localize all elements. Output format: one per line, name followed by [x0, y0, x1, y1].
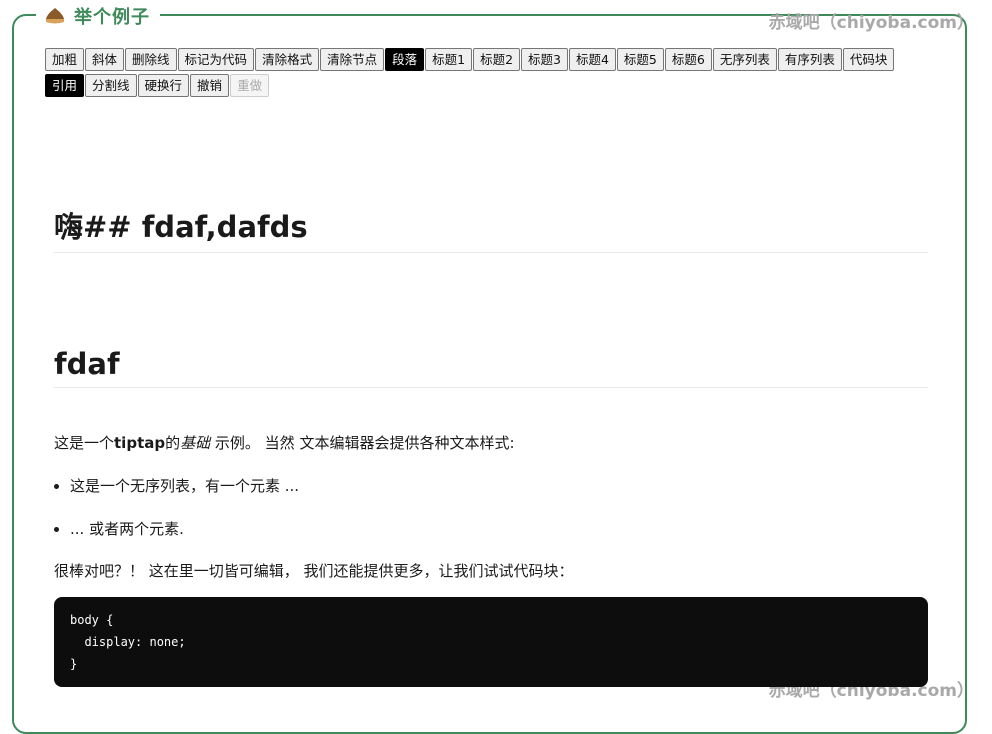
- toolbar-button-20: 重做: [230, 74, 270, 97]
- toolbar-button-11[interactable]: 标题5: [616, 48, 664, 71]
- toolbar-button-15[interactable]: 代码块: [842, 48, 895, 71]
- intro-paragraph[interactable]: 这是一个tiptap的基础 示例。 当然 文本编辑器会提供各种文本样式:: [54, 432, 928, 453]
- toolbar-button-2[interactable]: 删除线: [125, 48, 177, 71]
- editor-toolbar: 加粗 斜体 删除线 标记为代码 清除格式 清除节点 段落 标题1 标题2 标题3 标题4 标题5 标题6…: [45, 48, 905, 97]
- toolbar-button-12[interactable]: 标题6: [664, 48, 712, 71]
- toolbar-button-13[interactable]: 无序列表: [712, 48, 777, 71]
- paragraph-2[interactable]: 很棒对吧？！ 这在里一切皆可编辑， 我们还能提供更多，让我们试试代码块：: [54, 560, 928, 581]
- intro-bold: tiptap: [114, 434, 166, 452]
- toolbar-button-4[interactable]: 清除格式: [255, 48, 320, 71]
- section-legend: 举个例子: [36, 3, 160, 29]
- toolbar-button-6[interactable]: 段落: [385, 48, 425, 71]
- section-title: 举个例子: [74, 7, 150, 28]
- toolbar-button-18[interactable]: 硬换行: [137, 74, 190, 97]
- toolbar-button-0[interactable]: 加粗: [45, 48, 85, 71]
- watermark-top: 赤域吧（chiyoba.com）: [768, 13, 974, 33]
- toolbar-button-10[interactable]: 标题4: [568, 48, 616, 71]
- toolbar-button-5[interactable]: 清除节点: [320, 48, 385, 71]
- toolbar-button-9[interactable]: 标题3: [521, 48, 568, 71]
- list-item[interactable]: 这是一个无序列表，有一个元素 ...: [70, 475, 928, 496]
- toolbar-button-3[interactable]: 标记为代码: [177, 48, 255, 71]
- code-block[interactable]: body { display: none; }: [54, 597, 928, 687]
- intro-text-post: 示例。 当然 文本编辑器会提供各种文本样式:: [210, 434, 515, 452]
- editor-content[interactable]: 嗨## fdaf,dafds fdaf 这是一个tiptap的基础 示例。 当然…: [54, 100, 928, 687]
- list-item[interactable]: ... 或者两个元素.: [70, 518, 928, 539]
- toolbar-button-17[interactable]: 分割线: [85, 74, 137, 97]
- toolbar-button-1[interactable]: 斜体: [85, 48, 125, 71]
- intro-text-mid: 的: [165, 434, 181, 452]
- toolbar-button-8[interactable]: 标题2: [473, 48, 521, 71]
- bullet-list[interactable]: 这是一个无序列表，有一个元素 ... ... 或者两个元素.: [54, 475, 928, 539]
- intro-italic: 基础: [180, 434, 211, 452]
- toolbar-button-14[interactable]: 有序列表: [777, 48, 842, 71]
- intro-text-pre: 这是一个: [54, 434, 115, 452]
- toolbar-button-7[interactable]: 标题1: [425, 48, 473, 71]
- heading-1[interactable]: 嗨## fdaf,dafds: [54, 204, 928, 253]
- toolbar-button-16[interactable]: 引用: [45, 74, 85, 97]
- toolbar-button-19[interactable]: 撤销: [190, 74, 230, 97]
- chestnut-icon: [46, 8, 64, 24]
- heading-2[interactable]: fdaf: [54, 347, 928, 388]
